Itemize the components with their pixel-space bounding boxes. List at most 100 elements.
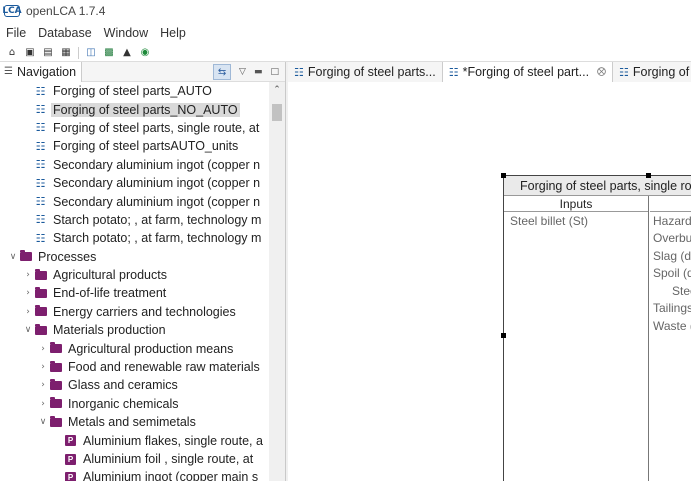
tree-item-label: Agricultural production means	[68, 341, 234, 356]
inputs-header: Inputs	[504, 196, 648, 212]
folder-shape	[34, 268, 47, 280]
editor-tab-label: Forging of	[632, 65, 690, 79]
tree-item-label: Forging of steel parts_AUTO	[53, 84, 212, 99]
product-system-icon: ☷	[35, 176, 46, 190]
collapse-arrow-icon[interactable]: ∨	[22, 325, 34, 335]
tree-item[interactable]: › Agricultural products	[0, 266, 270, 284]
folder-shape	[49, 397, 62, 409]
folder-shape	[49, 360, 62, 372]
expand-arrow-icon[interactable]: ›	[22, 270, 34, 280]
editor-tabs: ☷ Forging of steel parts... ☷ *Forging of s…	[288, 62, 691, 82]
output-flow[interactable]: Stee	[650, 282, 691, 300]
excel-icon[interactable]: ▩	[103, 47, 115, 59]
minimize-icon[interactable]: ▬	[254, 67, 263, 77]
tree-item-label: Inorganic chemicals	[68, 396, 179, 411]
editor-tab[interactable]: ☷ Forging of steel parts...	[288, 62, 443, 82]
expand-arrow-icon[interactable]: ›	[37, 380, 49, 390]
tree-item[interactable]: › Energy carriers and technologies	[0, 303, 270, 321]
output-flow[interactable]: Tailings	[650, 300, 691, 318]
tree-item[interactable]: › Glass and ceramics	[0, 376, 270, 394]
tree-item[interactable]: ∨ Materials production	[0, 321, 270, 339]
run-icon[interactable]: ◉	[139, 47, 151, 59]
output-flow[interactable]: Waste (	[650, 317, 691, 335]
import-icon[interactable]: ▲	[121, 47, 133, 59]
home-icon[interactable]: ⌂	[6, 47, 18, 59]
output-flow[interactable]: Spoil (d	[650, 265, 691, 283]
console-icon[interactable]: ◫	[85, 47, 97, 59]
tree-item-label: Energy carriers and technologies	[53, 304, 236, 319]
collapse-arrow-icon[interactable]: ∨	[37, 417, 49, 427]
tree-item[interactable]: ☷ Starch potato; , at farm, technology m	[0, 229, 270, 247]
process-icon: P	[64, 453, 77, 465]
folder-icon	[34, 323, 47, 336]
tree-item[interactable]: P Aluminium flakes, single route, a	[0, 431, 270, 449]
expand-arrow-icon[interactable]: ›	[22, 288, 34, 298]
navigation-title: Navigation	[16, 64, 77, 79]
tree-item-label: Forging of steel parts, single route, at	[53, 120, 260, 135]
tree-item[interactable]: ☷ Forging of steel parts_AUTO	[0, 82, 270, 100]
folder-shape	[34, 323, 47, 335]
folder-icon	[49, 378, 62, 391]
process-node-body: Inputs Steel billet (St) Hazard Overbu Sla…	[504, 196, 691, 481]
inputs-list: Steel billet (St)	[504, 212, 648, 230]
scroll-up-icon[interactable]: ⌃	[269, 82, 285, 98]
tree-item-label: Aluminium flakes, single route, a	[83, 433, 263, 448]
expand-arrow-icon[interactable]: ›	[37, 399, 49, 409]
workbench: ☰ Navigation ⇆ ▽ ▬ □ ☷ Forging of steel p…	[0, 61, 691, 481]
link-with-editor-icon[interactable]: ⇆	[213, 64, 232, 80]
scrollbar-thumb[interactable]	[272, 104, 282, 121]
editor-tab[interactable]: ☷ *Forging of steel part... ⨂	[442, 62, 614, 82]
tree-item[interactable]: ☷ Secondary aluminium ingot (copper n	[0, 156, 270, 174]
folder-shape	[49, 415, 62, 427]
process-icon: P	[64, 471, 77, 481]
tree-item[interactable]: › Inorganic chemicals	[0, 395, 270, 413]
tree-item[interactable]: › Food and renewable raw materials	[0, 358, 270, 376]
process-node[interactable]: Forging of steel parts, single rou Input…	[503, 175, 691, 481]
menu-database[interactable]: Database	[38, 26, 92, 40]
tree-item[interactable]: ☷ Forging of steel partsAUTO_units	[0, 137, 270, 155]
tree-item[interactable]: ☷ Secondary aluminium ingot (copper n	[0, 174, 270, 192]
tree-item[interactable]: ∨ Processes	[0, 248, 270, 266]
product-system-icon: ☷	[448, 65, 459, 79]
expand-arrow-icon[interactable]: ›	[22, 307, 34, 317]
save-icon[interactable]: ▣	[24, 47, 36, 59]
resize-handle-middle-left[interactable]	[501, 333, 506, 338]
folder-shape	[49, 378, 62, 390]
save-all-icon[interactable]: ▦	[60, 47, 72, 59]
collapse-arrow-icon[interactable]: ∨	[7, 252, 19, 262]
resize-handle-top-left[interactable]	[501, 173, 506, 178]
maximize-icon[interactable]: □	[270, 67, 279, 77]
close-icon[interactable]: ⨂	[597, 67, 606, 77]
output-flow[interactable]: Slag (d	[650, 247, 691, 265]
view-menu-icon[interactable]: ▽	[239, 67, 246, 77]
tree-item[interactable]: ☷ Forging of steel parts_NO_AUTO	[0, 100, 270, 118]
tree-item[interactable]: ∨ Metals and semimetals	[0, 413, 270, 431]
output-flow[interactable]: Overbu	[650, 230, 691, 248]
folder-icon	[34, 286, 47, 299]
editor-area: ☷ Forging of steel parts... ☷ *Forging of s…	[288, 62, 691, 481]
tree-item[interactable]: › End-of-life treatment	[0, 284, 270, 302]
expand-arrow-icon[interactable]: ›	[37, 362, 49, 372]
tree-item[interactable]: ☷ Forging of steel parts, single route, a…	[0, 119, 270, 137]
tree-item[interactable]: ☷ Starch potato; , at farm, technology m	[0, 211, 270, 229]
tree-item-label: Agricultural products	[53, 268, 167, 283]
input-flow[interactable]: Steel billet (St)	[504, 212, 648, 230]
resize-handle-top-middle[interactable]	[646, 173, 651, 178]
process-badge: P	[65, 435, 76, 447]
tree-item[interactable]: P Aluminium ingot (copper main s	[0, 468, 270, 481]
menu-window[interactable]: Window	[104, 26, 148, 40]
output-flow[interactable]: Hazard	[650, 212, 691, 230]
tree-item[interactable]: P Aluminium foil , single route, at	[0, 450, 270, 468]
menu-file[interactable]: File	[6, 26, 26, 40]
menu-help[interactable]: Help	[160, 26, 186, 40]
tree-item[interactable]: › Agricultural production means	[0, 339, 270, 357]
editor-tab[interactable]: ☷ Forging of	[613, 62, 691, 82]
tree-item-label: Metals and semimetals	[68, 415, 196, 430]
navigation-tab[interactable]: ☰ Navigation	[0, 61, 82, 82]
save-as-icon[interactable]: ▤	[42, 47, 54, 59]
expand-arrow-icon[interactable]: ›	[37, 344, 49, 354]
navigation-scrollbar[interactable]: ⌃	[269, 82, 285, 481]
graph-canvas[interactable]: Forging of steel parts, single rou Input…	[288, 83, 691, 481]
folder-icon	[34, 268, 47, 281]
tree-item[interactable]: ☷ Secondary aluminium ingot (copper n	[0, 192, 270, 210]
